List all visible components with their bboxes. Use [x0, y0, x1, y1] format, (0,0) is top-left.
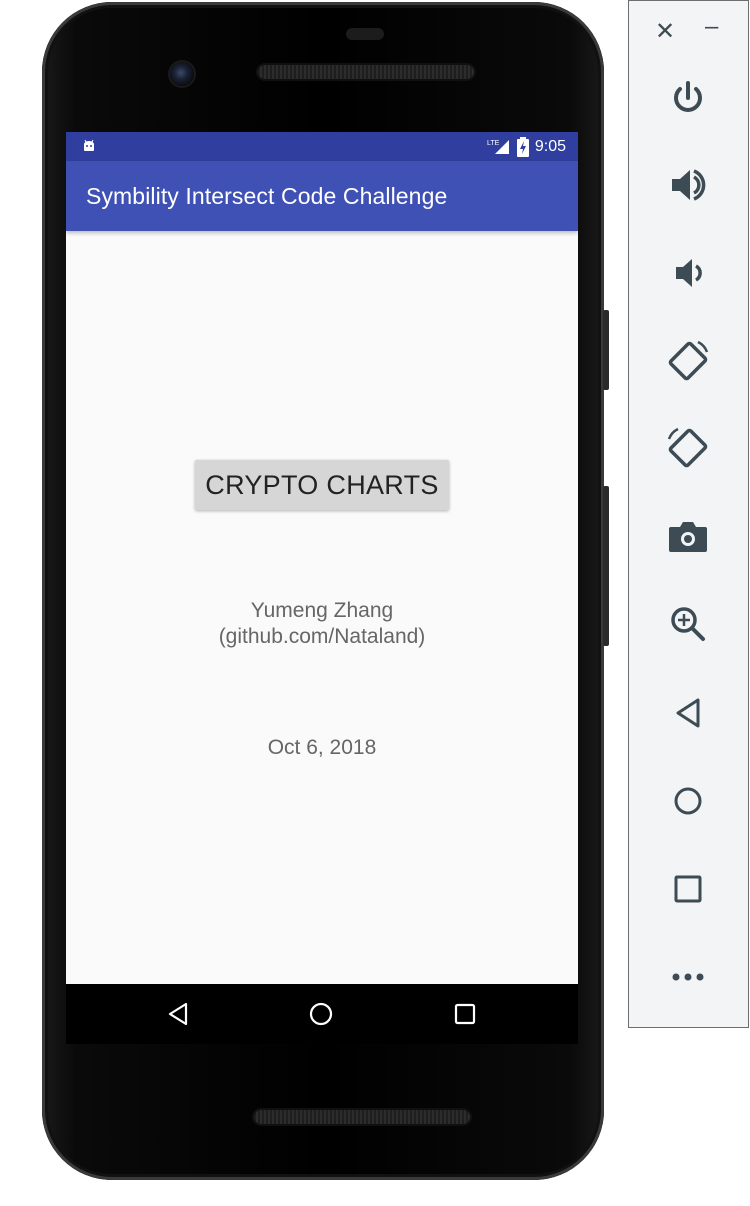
- zoom-icon: [671, 607, 705, 641]
- bottom-speaker: [254, 1110, 470, 1124]
- app-bar: Symbility Intersect Code Challenge: [66, 161, 578, 231]
- crypto-charts-button[interactable]: CRYPTO CHARTS: [195, 460, 449, 510]
- date-text: Oct 6, 2018: [267, 736, 377, 759]
- power-icon: [674, 81, 702, 112]
- side-edge: [603, 486, 609, 646]
- top-sensor-slot: [346, 28, 384, 40]
- author-link: (github.com/Nataland): [218, 625, 426, 648]
- home-icon: [674, 787, 702, 815]
- app-title: Symbility Intersect Code Challenge: [86, 183, 448, 209]
- recents-icon: [454, 1003, 476, 1025]
- more-button[interactable]: [665, 954, 711, 1000]
- emulator-toolbar: ✕ –: [628, 0, 749, 1028]
- nav-recents-button[interactable]: [451, 1000, 479, 1028]
- close-icon[interactable]: ✕: [655, 17, 675, 46]
- power-button[interactable]: [665, 75, 711, 121]
- lte-signal-icon: LTE: [487, 140, 509, 154]
- rotate-right-icon: [667, 427, 708, 468]
- battery-charging-icon: [516, 137, 529, 157]
- volume-down-button[interactable]: [665, 250, 711, 296]
- rotate-left-button[interactable]: [665, 338, 711, 384]
- volume-down-icon: [676, 259, 702, 287]
- network-label: LTE: [487, 140, 500, 147]
- status-time: 9:05: [534, 138, 566, 155]
- more-icon: [672, 973, 704, 981]
- volume-rocker: [603, 310, 609, 390]
- back-icon: [168, 1002, 188, 1026]
- android-robot-icon: [84, 139, 94, 151]
- screenshot-button[interactable]: [665, 513, 711, 559]
- overview-icon: [674, 875, 702, 903]
- window-controls: ✕ –: [629, 13, 750, 47]
- emulator-overview-button[interactable]: [665, 866, 711, 912]
- author-info: Yumeng Zhang (github.com/Nataland): [66, 598, 578, 650]
- home-icon: [309, 1002, 333, 1026]
- emulator-home-button[interactable]: [665, 778, 711, 824]
- volume-up-icon: [672, 169, 706, 201]
- nav-home-button[interactable]: [307, 1000, 335, 1028]
- minimize-icon[interactable]: –: [705, 13, 718, 41]
- volume-up-button[interactable]: [665, 162, 711, 208]
- device-screen: LTE 9:05 Symbility Intersect Code Challe…: [66, 132, 578, 984]
- zoom-button[interactable]: [665, 601, 711, 647]
- author-name: Yumeng Zhang: [250, 599, 394, 622]
- rotate-right-button[interactable]: [665, 425, 711, 471]
- rotate-left-icon: [668, 340, 709, 381]
- status-bar: LTE 9:05: [66, 132, 578, 161]
- front-camera: [170, 62, 194, 86]
- earpiece-speaker: [258, 65, 474, 79]
- camera-icon: [669, 522, 707, 552]
- back-icon: [676, 698, 700, 728]
- emulator-back-button[interactable]: [665, 690, 711, 736]
- navigation-bar: [66, 984, 578, 1044]
- nav-back-button[interactable]: [164, 1000, 192, 1028]
